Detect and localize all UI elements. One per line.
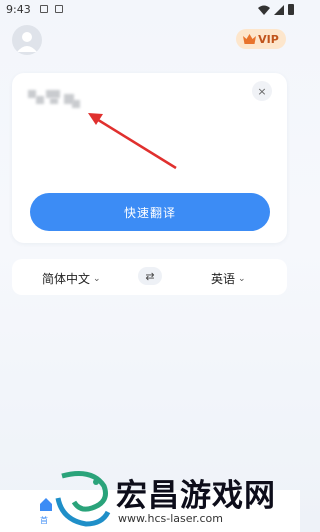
- source-language-selector[interactable]: 简体中文 ⌄: [42, 270, 101, 287]
- swap-language-button[interactable]: ⇄: [138, 267, 162, 285]
- source-language-label: 简体中文: [42, 272, 91, 286]
- swap-icon: ⇄: [145, 269, 155, 283]
- watermark-logo: [55, 471, 111, 527]
- target-language-label: 英语: [211, 272, 236, 286]
- home-tab-label[interactable]: 首: [40, 515, 48, 526]
- watermark-url: www.hcs-laser.com: [118, 512, 223, 525]
- target-language-selector[interactable]: 英语 ⌄: [211, 270, 246, 287]
- quick-translate-button[interactable]: 快速翻译: [30, 193, 270, 231]
- watermark-brand: 宏昌游戏网: [116, 478, 276, 514]
- chevron-down-icon: ⌄: [238, 273, 246, 284]
- chevron-down-icon: ⌄: [93, 273, 101, 284]
